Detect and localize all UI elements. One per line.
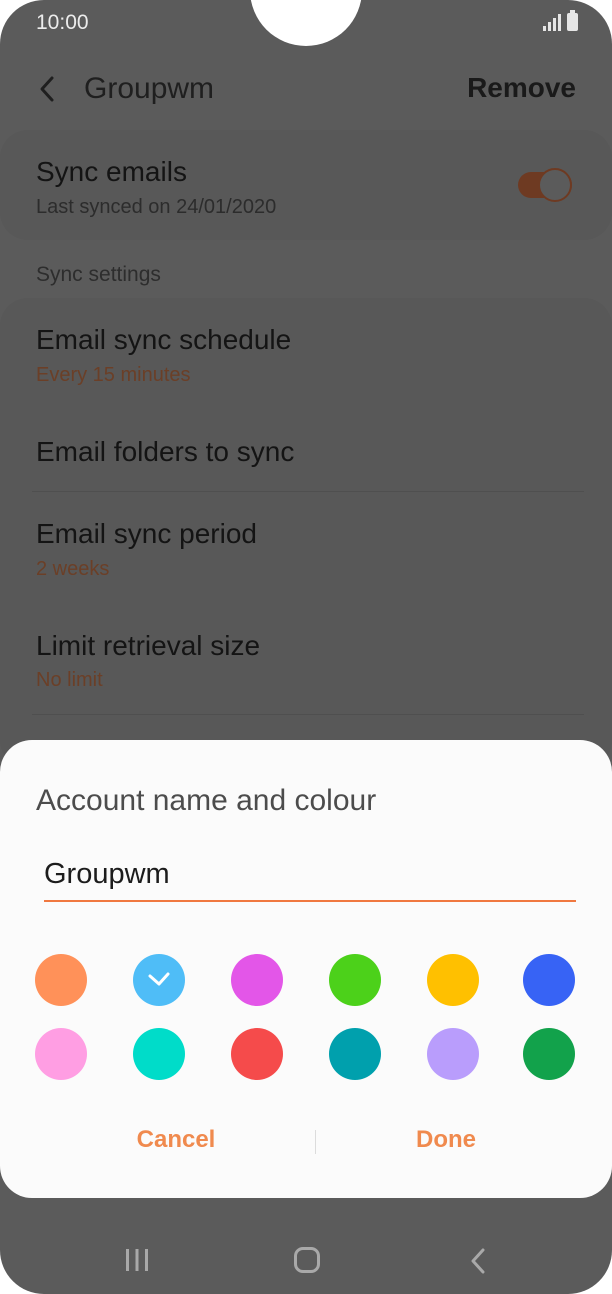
- sync-emails-card[interactable]: Sync emails Last synced on 24/01/2020: [0, 130, 612, 240]
- status-bar: 10:00: [0, 0, 612, 48]
- account-name-input[interactable]: [44, 854, 564, 894]
- nav-back-icon[interactable]: [466, 1246, 490, 1276]
- colour-swatch[interactable]: [329, 1028, 381, 1080]
- dialog-title: Account name and colour: [36, 784, 377, 817]
- navigation-bar: [0, 1222, 612, 1294]
- colour-swatch[interactable]: [35, 954, 87, 1006]
- colour-swatch[interactable]: [427, 954, 479, 1006]
- setting-title: Email folders to sync: [36, 436, 295, 467]
- camera-notch: [250, 0, 362, 46]
- setting-title: Limit retrieval size: [36, 630, 261, 661]
- done-button[interactable]: Done: [306, 1126, 586, 1154]
- back-arrow-icon[interactable]: [34, 72, 60, 106]
- setting-title: Email sync period: [36, 518, 257, 549]
- divider: [32, 714, 584, 715]
- recent-apps-icon[interactable]: [122, 1248, 152, 1272]
- setting-value: No limit: [36, 669, 103, 691]
- setting-value: Every 15 minutes: [36, 364, 191, 386]
- colour-swatch[interactable]: [329, 954, 381, 1006]
- phone-screen: 10:00 Groupwm Remove Sync emails Last sy…: [0, 0, 612, 1294]
- last-synced-text: Last synced on 24/01/2020: [36, 196, 277, 218]
- status-time: 10:00: [36, 11, 89, 34]
- account-name-field: [44, 848, 576, 902]
- colour-swatch[interactable]: [523, 954, 575, 1006]
- sync-emails-title: Sync emails: [36, 156, 187, 187]
- home-icon[interactable]: [294, 1247, 320, 1273]
- colour-swatch[interactable]: [523, 1028, 575, 1080]
- setting-value: 2 weeks: [36, 558, 110, 580]
- toggle-knob: [538, 168, 572, 202]
- colour-swatch[interactable]: [231, 1028, 283, 1080]
- remove-button[interactable]: Remove: [467, 72, 576, 104]
- section-header-sync-settings: Sync settings: [36, 263, 161, 286]
- sync-emails-toggle[interactable]: [518, 168, 572, 202]
- colour-swatch[interactable]: [133, 954, 185, 1006]
- cancel-button[interactable]: Cancel: [36, 1126, 316, 1154]
- colour-swatch[interactable]: [427, 1028, 479, 1080]
- status-icons: [543, 10, 578, 31]
- divider: [32, 491, 584, 492]
- page-title: Groupwm: [84, 72, 215, 105]
- colour-swatch[interactable]: [133, 1028, 185, 1080]
- colour-swatch[interactable]: [231, 954, 283, 1006]
- checkmark-icon: [148, 972, 170, 986]
- sync-settings-card: Email sync schedule Every 15 minutes Ema…: [0, 298, 612, 768]
- setting-title: Email sync schedule: [36, 324, 292, 355]
- signal-icon: [543, 13, 561, 31]
- app-bar: Groupwm Remove: [0, 58, 612, 122]
- account-name-colour-dialog: Account name and colour Cancel Done: [0, 740, 612, 1198]
- colour-swatch[interactable]: [35, 1028, 87, 1080]
- battery-icon: [567, 10, 578, 31]
- dialog-buttons: Cancel Done: [0, 1116, 612, 1166]
